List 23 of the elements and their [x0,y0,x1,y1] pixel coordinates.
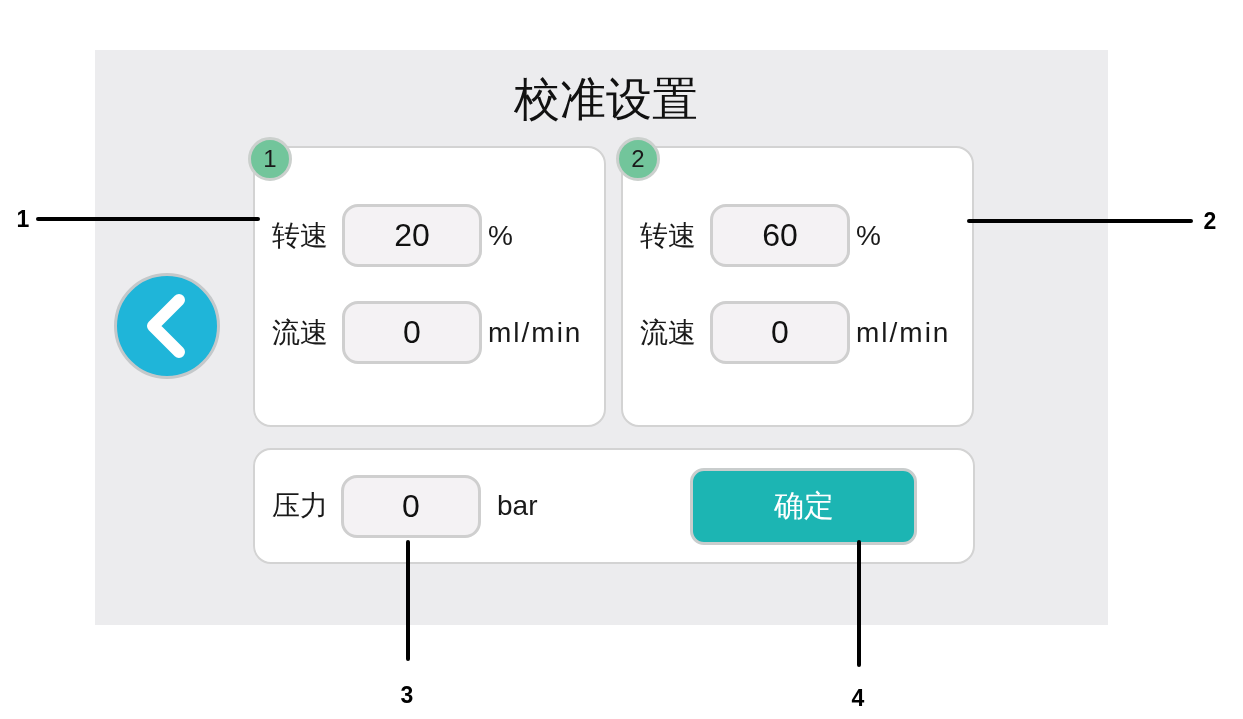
field-label: 转速 [272,221,328,250]
input-field[interactable]: 60 [710,204,850,267]
unit-label: bar [497,492,538,520]
field-label: 流速 [640,318,696,347]
unit-label: ml/min [856,318,951,347]
chevron-left-icon [145,294,185,358]
callout-number: 2 [1203,209,1217,233]
field-label: 转速 [640,221,696,250]
callout-number: 1 [16,207,30,231]
callout-number: 4 [851,686,865,710]
field-label: 压力 [272,492,328,520]
unit-label: % [856,221,883,250]
unit-label: ml/min [488,318,583,347]
input-field[interactable]: 0 [710,301,850,364]
input-field[interactable]: 0 [342,301,482,364]
step-badge: 1 [248,137,292,181]
callout-number: 3 [400,683,414,707]
input-field[interactable]: 20 [342,204,482,267]
input-field[interactable]: 0 [341,474,481,538]
page-title: 校准设置 [512,76,698,122]
field-label: 流速 [272,318,328,347]
unit-label: % [488,221,515,250]
step-badge: 2 [616,137,660,181]
